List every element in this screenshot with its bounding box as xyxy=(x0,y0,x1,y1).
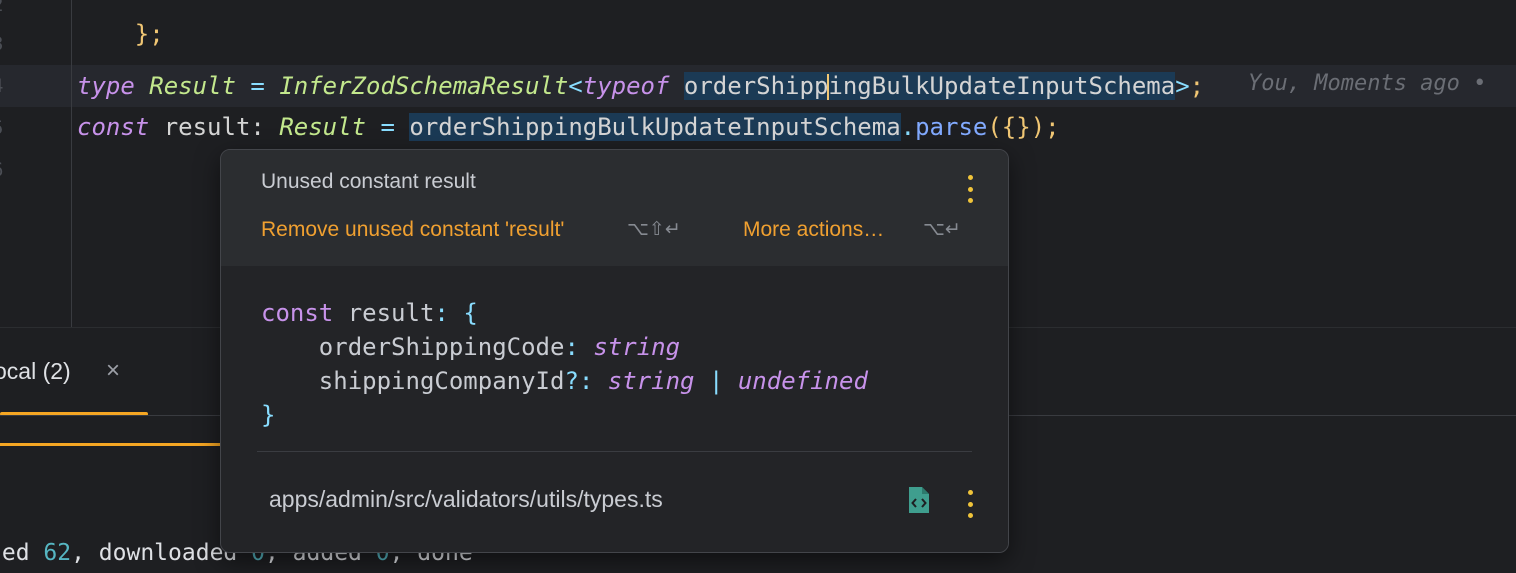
more-vertical-icon[interactable] xyxy=(965,175,975,203)
generic-type: InferZodSchemaResult xyxy=(279,72,569,100)
variable-name: result xyxy=(163,113,251,141)
field-type: string xyxy=(607,367,695,395)
popup-documentation: const result: { orderShippingCode: strin… xyxy=(221,266,1008,552)
line-number: 4 xyxy=(0,75,12,97)
keyword: const xyxy=(261,299,334,327)
angle-open: < xyxy=(568,72,583,100)
tab-local[interactable]: ocal (2) xyxy=(0,358,71,385)
brace-open: { xyxy=(463,299,478,327)
line-number: 5 xyxy=(0,117,12,139)
type-signature: const result: { orderShippingCode: strin… xyxy=(261,296,868,432)
method-name: parse xyxy=(915,113,988,141)
inspection-popup: Unused constant result Remove unused con… xyxy=(220,149,1009,553)
angle-close: > xyxy=(1175,72,1190,100)
union-pipe: | xyxy=(694,367,738,395)
gutter-divider xyxy=(71,0,72,327)
shortcut-hint: ⌥⇧↵ xyxy=(627,218,681,240)
colon: : xyxy=(250,113,265,141)
selected-text-after-caret: ingBulkUpdateInputSchema xyxy=(828,72,1176,100)
terminal-number: 62 xyxy=(43,540,72,566)
more-actions-link[interactable]: More actions… xyxy=(743,218,884,242)
closing-brace: }; xyxy=(134,20,164,48)
dot: . xyxy=(900,113,916,141)
code-line-type-result[interactable]: type Result = InferZodSchemaResult<typeo… xyxy=(77,69,1204,103)
type-name: Result xyxy=(279,113,367,141)
brace-close: } xyxy=(261,401,276,429)
keyword: const xyxy=(77,113,150,141)
colon: : xyxy=(434,299,464,327)
more-vertical-icon[interactable] xyxy=(965,490,975,518)
highlighted-identifier[interactable]: orderShippingBulkUpdateInputSchema xyxy=(409,113,901,141)
ts-file-icon[interactable] xyxy=(907,486,931,514)
code-line-const-result[interactable]: const result: Result = orderShippingBulk… xyxy=(77,110,1060,144)
line-number: 6 xyxy=(0,159,12,181)
line-number: 3 xyxy=(0,33,12,55)
call-args: ({}); xyxy=(987,113,1060,141)
close-icon[interactable]: × xyxy=(106,357,120,385)
operator: = xyxy=(380,113,395,141)
signature-name: result xyxy=(333,299,435,327)
selected-identifier[interactable]: orderShippingBulkUpdateInputSchema xyxy=(683,72,1176,100)
semicolon: ; xyxy=(1189,72,1205,100)
popup-title: Unused constant result xyxy=(261,170,476,193)
type-name: Result xyxy=(149,72,236,100)
field-type: string xyxy=(593,333,681,361)
popup-header: Unused constant result Remove unused con… xyxy=(221,150,1008,266)
field-name: orderShippingCode xyxy=(261,333,565,361)
selected-text-before-caret: orderShipp xyxy=(683,72,829,100)
operator: = xyxy=(250,72,265,100)
line-number: 2 xyxy=(0,0,12,16)
colon: : xyxy=(564,333,594,361)
field-type: undefined xyxy=(737,367,868,395)
optional-colon: ?: xyxy=(564,367,608,395)
keyword: typeof xyxy=(582,72,670,100)
divider xyxy=(257,451,972,452)
git-blame-annotation[interactable]: You, Moments ago • xyxy=(1248,71,1486,96)
keyword: type xyxy=(77,72,135,100)
source-file-path[interactable]: apps/admin/src/validators/utils/types.ts xyxy=(269,486,663,513)
terminal-text: sed xyxy=(0,540,30,566)
remove-unused-constant-action[interactable]: Remove unused constant 'result' xyxy=(261,218,564,242)
field-name: shippingCompanyId xyxy=(261,367,565,395)
progress-bar xyxy=(0,443,222,446)
shortcut-hint: ⌥↵ xyxy=(923,218,961,240)
